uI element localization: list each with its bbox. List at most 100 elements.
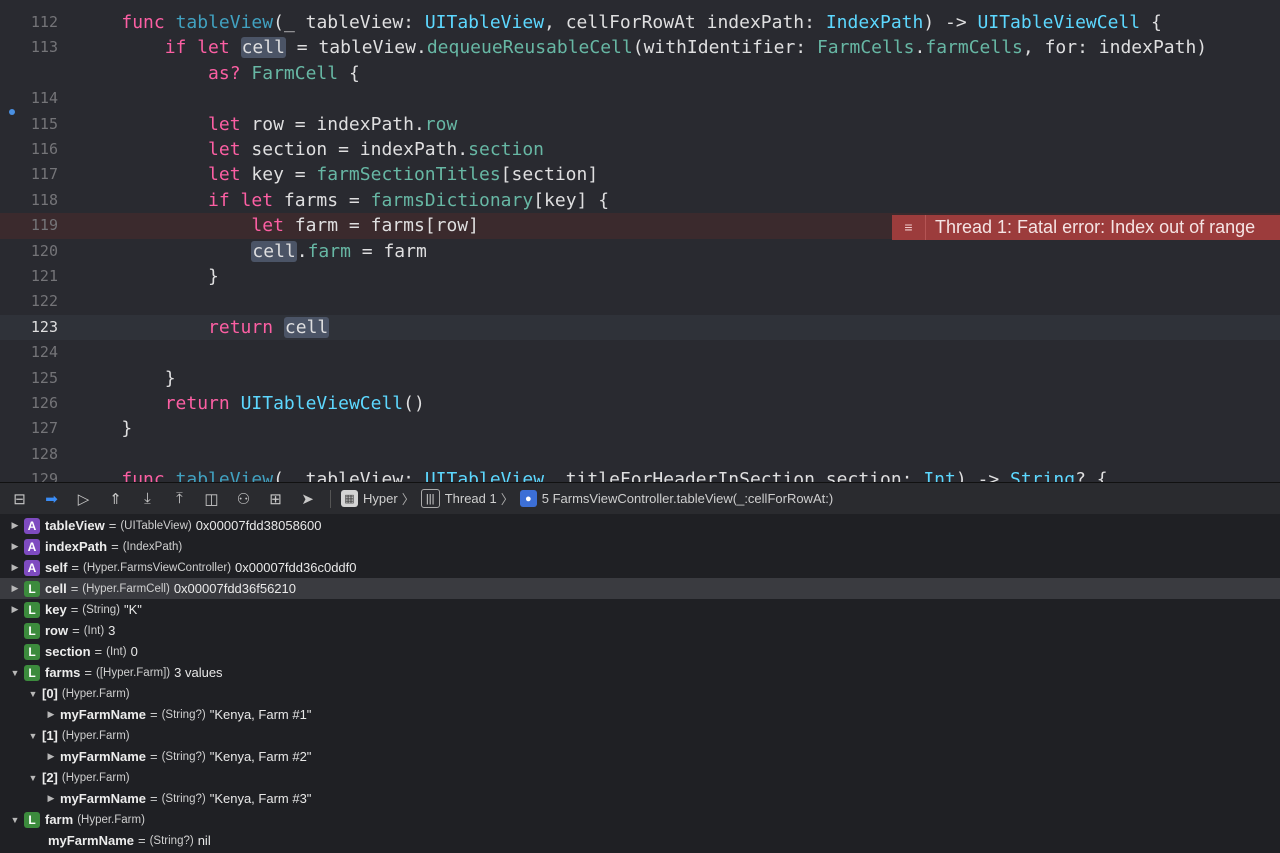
variable-row[interactable]: Lrow = (Int) 3 [0, 620, 1280, 641]
variable-row[interactable]: Lsection = (Int) 0 [0, 641, 1280, 662]
variable-value: "Kenya, Farm #3" [209, 791, 312, 806]
variable-row[interactable]: ▼ [1] (Hyper.Farm) [0, 725, 1280, 746]
disclosure-collapsed-icon[interactable]: ▶ [10, 520, 20, 531]
variable-row[interactable]: ▶ myFarmName = (String?) "Kenya, Farm #2" [0, 746, 1280, 767]
step-over-button[interactable]: ⇑ [103, 486, 128, 511]
variable-row[interactable]: ▶ AtableView = (UITableView) 0x00007fdd38058… [0, 515, 1280, 536]
code-line[interactable]: 129 func tableView(_ tableView: UITableV… [0, 467, 1280, 482]
line-number[interactable]: 118 [0, 188, 58, 213]
variable-row[interactable]: ▶ Lcell = (Hyper.FarmCell) 0x00007fdd36f5621… [0, 578, 1280, 599]
code-line[interactable]: 121 } [0, 264, 1280, 289]
code-line[interactable]: 122 [0, 289, 1280, 314]
code-line[interactable]: 124 [0, 340, 1280, 365]
highlighted-symbol: cell [251, 240, 297, 262]
disclosure-collapsed-icon[interactable]: ▶ [46, 709, 56, 720]
code-token: String [1010, 469, 1076, 482]
line-number[interactable]: 121 [0, 264, 58, 289]
disclosure-collapsed-icon[interactable]: ▶ [46, 751, 56, 762]
line-number[interactable]: 116 [0, 137, 58, 162]
view-hierarchy-button[interactable]: ◫ [199, 486, 224, 511]
source-editor[interactable]: 112 func tableView(_ tableView: UITableV… [0, 0, 1280, 482]
code-line[interactable]: 113 if let cell = tableView.dequeueReusa… [0, 35, 1280, 60]
environment-overrides-button[interactable]: ⊞ [263, 486, 288, 511]
line-number[interactable]: 125 [0, 366, 58, 391]
line-number[interactable]: 112 [0, 10, 58, 35]
breadcrumb-frame[interactable]: ● 5 FarmsViewController.tableView(_:cell… [519, 490, 833, 507]
code-line[interactable]: 128 [0, 442, 1280, 467]
line-number[interactable]: 114 [0, 86, 58, 111]
code-line[interactable]: 112 func tableView(_ tableView: UITableV… [0, 10, 1280, 35]
variable-value: 0x00007fdd36f56210 [173, 581, 297, 596]
code-text: return cell [78, 315, 330, 340]
disclosure-expanded-icon[interactable]: ▼ [10, 668, 20, 678]
code-token: ? { [1075, 469, 1108, 482]
line-number[interactable]: 113 [0, 35, 58, 60]
variable-row[interactable]: ▶ Lkey = (String) "K" [0, 599, 1280, 620]
disclosure-expanded-icon[interactable]: ▼ [10, 815, 20, 825]
line-number[interactable]: 120 [0, 239, 58, 264]
code-line[interactable]: as? FarmCell { [0, 61, 1280, 86]
disclosure-collapsed-icon[interactable]: ▶ [10, 541, 20, 552]
breadcrumb-thread[interactable]: ||| Thread 1 〉 [420, 489, 514, 508]
step-into-button[interactable]: ⤓ [135, 486, 160, 511]
line-number[interactable]: 119 [0, 213, 58, 238]
code-line[interactable]: 118 if let farms = farmsDictionary[key] … [0, 188, 1280, 213]
variable-row[interactable]: ▼ [0] (Hyper.Farm) [0, 683, 1280, 704]
line-number[interactable]: 127 [0, 416, 58, 441]
variable-row[interactable]: ▶ myFarmName = (String?) "Kenya, Farm #3" [0, 788, 1280, 809]
thread-icon: ||| [420, 489, 440, 508]
error-annotation[interactable]: ≡ Thread 1: Fatal error: Index out of ra… [892, 215, 1280, 240]
disclosure-collapsed-icon[interactable]: ▶ [10, 583, 20, 594]
memory-graph-button[interactable]: ⚇ [231, 486, 256, 511]
code-line[interactable]: 115 let row = indexPath.row [0, 112, 1280, 137]
breakpoints-toggle-button[interactable]: ➡ [39, 486, 64, 511]
variable-name: myFarmName [60, 749, 146, 764]
disclosure-collapsed-icon[interactable]: ▶ [10, 604, 20, 615]
step-over-icon: ⇑ [109, 490, 122, 508]
code-line-current[interactable]: 123 return cell [0, 314, 1280, 341]
hide-debug-area-button[interactable]: ⊟ [7, 486, 32, 511]
line-number[interactable]: 128 [0, 442, 58, 467]
variable-row[interactable]: ▶ Aself = (Hyper.FarmsViewController) 0x0000… [0, 557, 1280, 578]
code-line[interactable]: 127 } [0, 416, 1280, 441]
variable-row[interactable]: ▼ [2] (Hyper.Farm) [0, 767, 1280, 788]
line-number[interactable]: 124 [0, 340, 58, 365]
variable-row[interactable]: ▼ Lfarms = ([Hyper.Farm]) 3 values [0, 662, 1280, 683]
code-token: return [164, 393, 230, 414]
variable-name: [2] [42, 770, 58, 785]
variable-type: (Hyper.FarmCell) [82, 582, 170, 595]
continue-button[interactable]: ▷ [71, 486, 96, 511]
code-line[interactable]: 120 cell.farm = farm [0, 239, 1280, 264]
code-line[interactable]: 125 } [0, 366, 1280, 391]
variable-row[interactable]: ▶ myFarmName = (String?) "Kenya, Farm #1" [0, 704, 1280, 725]
line-number[interactable]: 126 [0, 391, 58, 416]
disclosure-collapsed-icon[interactable]: ▶ [10, 562, 20, 573]
code-line[interactable]: 126 return UITableViewCell() [0, 391, 1280, 416]
line-number[interactable]: 129 [0, 467, 58, 482]
code-line[interactable]: 117 let key = farmSectionTitles[section] [0, 162, 1280, 187]
disclosure-expanded-icon[interactable]: ▼ [28, 731, 38, 741]
variable-row[interactable]: ▼ Lfarm (Hyper.Farm) [0, 809, 1280, 830]
variable-value: "Kenya, Farm #2" [209, 749, 312, 764]
variable-row[interactable]: myFarmName = (String?) nil [0, 830, 1280, 851]
variable-name: [1] [42, 728, 58, 743]
view-hierarchy-icon: ◫ [204, 490, 219, 508]
code-line[interactable]: 116 let section = indexPath.section [0, 137, 1280, 162]
disclosure-expanded-icon[interactable]: ▼ [28, 689, 38, 699]
step-out-button[interactable]: ⤒ [167, 486, 192, 511]
line-number[interactable]: 115 [0, 112, 58, 137]
line-number[interactable]: 117 [0, 162, 58, 187]
code-line[interactable]: 114 [0, 86, 1280, 111]
code-token: farmCells [925, 37, 1023, 59]
simulate-location-button[interactable]: ➤ [295, 486, 320, 511]
line-number[interactable]: 123 [0, 315, 58, 340]
line-number[interactable]: 122 [0, 289, 58, 314]
disclosure-collapsed-icon[interactable]: ▶ [46, 793, 56, 804]
disclosure-expanded-icon[interactable]: ▼ [28, 773, 38, 783]
variable-row[interactable]: ▶ AindexPath = (IndexPath) [0, 536, 1280, 557]
equals-sign: = [138, 833, 146, 848]
breadcrumb-app[interactable]: ▦ Hyper 〉 [341, 489, 415, 508]
